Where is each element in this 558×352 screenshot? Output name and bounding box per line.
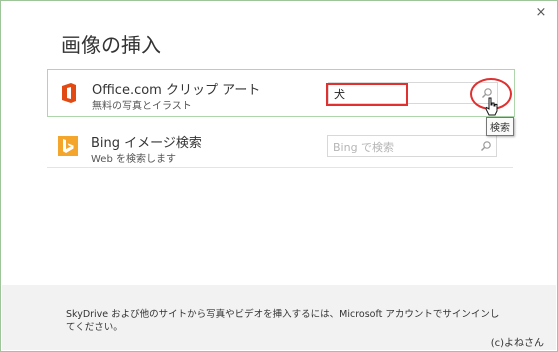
hand-cursor-icon bbox=[485, 97, 498, 116]
source-subtitle: Web を検索します bbox=[91, 154, 176, 165]
office-icon bbox=[62, 83, 76, 103]
source-title: Bing イメージ検索 bbox=[91, 136, 202, 151]
highlight-box-annotation bbox=[326, 83, 408, 106]
search-input-placeholder: Bing で検索 bbox=[333, 141, 395, 154]
search-tooltip: 検索 bbox=[486, 117, 514, 136]
bing-icon bbox=[58, 136, 78, 156]
dialog-title: 画像の挿入 bbox=[61, 33, 161, 57]
source-row-bing[interactable]: Bing イメージ検索 Web を検索します Bing で検索 bbox=[47, 123, 513, 168]
insert-picture-dialog: × 画像の挿入 Office.com クリップ アート 無料の写真とイラスト 犬… bbox=[0, 0, 558, 352]
bing-search-input[interactable]: Bing で検索 bbox=[327, 135, 497, 157]
search-icon[interactable] bbox=[480, 140, 492, 152]
sign-in-message: SkyDrive および他のサイトから写真やビデオを挿入するには、Microso… bbox=[66, 309, 500, 333]
close-button[interactable]: × bbox=[533, 5, 549, 21]
source-subtitle: 無料の写真とイラスト bbox=[92, 101, 192, 112]
credit-text: (c)よねさん bbox=[490, 338, 544, 349]
footer-panel: SkyDrive および他のサイトから写真やビデオを挿入するには、Microso… bbox=[2, 285, 556, 350]
source-row-office-clipart[interactable]: Office.com クリップ アート 無料の写真とイラスト 犬 bbox=[47, 69, 515, 117]
source-title: Office.com クリップ アート bbox=[92, 83, 261, 98]
